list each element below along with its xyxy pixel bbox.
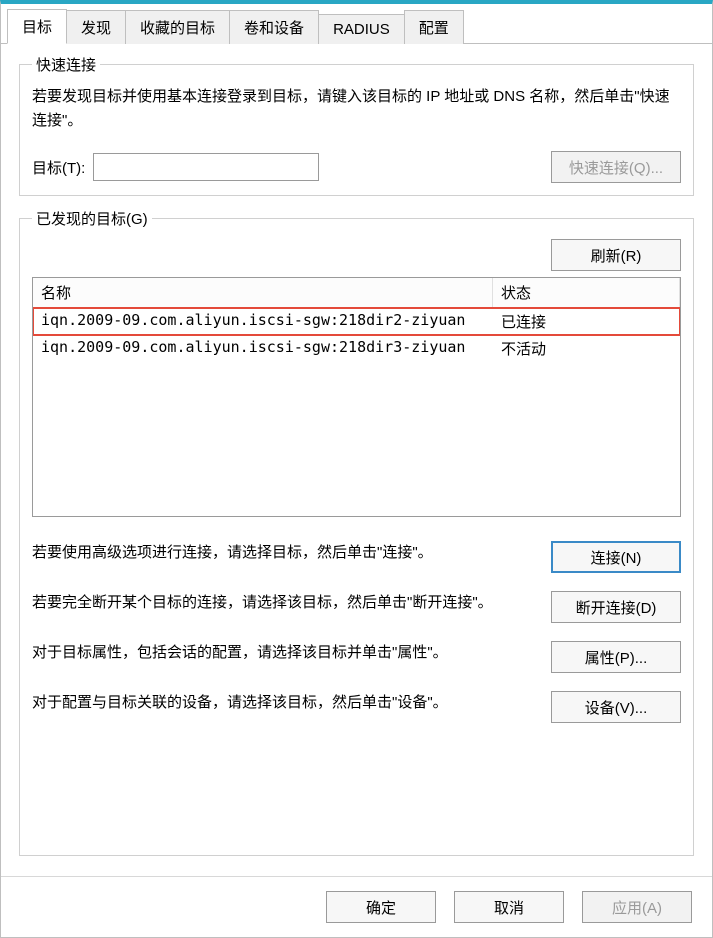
devices-button[interactable]: 设备(V)... [551,691,681,723]
refresh-button[interactable]: 刷新(R) [551,239,681,271]
tabs-bar: 目标 发现 收藏的目标 卷和设备 RADIUS 配置 [1,4,712,44]
quick-connect-desc: 若要发现目标并使用基本连接登录到目标，请键入该目标的 IP 地址或 DNS 名称… [32,85,681,133]
connect-text: 若要使用高级选项进行连接，请选择目标，然后单击"连接"。 [32,541,539,564]
target-input[interactable] [93,153,319,181]
target-name-cell: iqn.2009-09.com.aliyun.iscsi-sgw:218dir2… [33,311,493,332]
col-header-state[interactable]: 状态 [493,278,680,307]
properties-text: 对于目标属性，包括会话的配置，请选择该目标并单击"属性"。 [32,641,539,664]
table-row[interactable]: iqn.2009-09.com.aliyun.iscsi-sgw:218dir3… [33,335,680,362]
tab-discovery[interactable]: 发现 [66,10,126,44]
tab-favorites[interactable]: 收藏的目标 [125,10,230,44]
target-state-cell: 不活动 [493,338,680,359]
target-name-cell: iqn.2009-09.com.aliyun.iscsi-sgw:218dir3… [33,338,493,359]
tab-content: 快速连接 若要发现目标并使用基本连接登录到目标，请键入该目标的 IP 地址或 D… [1,44,712,876]
disconnect-button[interactable]: 断开连接(D) [551,591,681,623]
quick-connect-legend: 快速连接 [32,54,100,75]
col-header-name[interactable]: 名称 [33,278,493,307]
connect-button[interactable]: 连接(N) [551,541,681,573]
target-state-cell: 已连接 [493,311,680,332]
discovered-targets-group: 已发现的目标(G) 刷新(R) 名称 状态 iqn.2009-09.com.al… [19,208,694,856]
tab-radius[interactable]: RADIUS [318,14,405,44]
dialog-footer: 确定 取消 应用(A) [1,876,712,937]
target-label: 目标(T): [32,157,85,178]
iscsi-initiator-dialog: 目标 发现 收藏的目标 卷和设备 RADIUS 配置 快速连接 若要发现目标并使… [0,0,713,938]
ok-button[interactable]: 确定 [326,891,436,923]
discovered-legend: 已发现的目标(G) [32,208,152,229]
apply-button[interactable]: 应用(A) [582,891,692,923]
tab-volumes[interactable]: 卷和设备 [229,10,319,44]
tab-targets[interactable]: 目标 [7,9,67,44]
disconnect-text: 若要完全断开某个目标的连接，请选择该目标，然后单击"断开连接"。 [32,591,539,614]
properties-button[interactable]: 属性(P)... [551,641,681,673]
targets-list[interactable]: 名称 状态 iqn.2009-09.com.aliyun.iscsi-sgw:2… [32,277,681,517]
targets-list-header: 名称 状态 [33,278,680,308]
quick-connect-group: 快速连接 若要发现目标并使用基本连接登录到目标，请键入该目标的 IP 地址或 D… [19,54,694,196]
cancel-button[interactable]: 取消 [454,891,564,923]
quick-connect-button[interactable]: 快速连接(Q)... [551,151,681,183]
devices-text: 对于配置与目标关联的设备，请选择该目标，然后单击"设备"。 [32,691,539,714]
table-row[interactable]: iqn.2009-09.com.aliyun.iscsi-sgw:218dir2… [33,308,680,335]
tab-configuration[interactable]: 配置 [404,10,464,44]
